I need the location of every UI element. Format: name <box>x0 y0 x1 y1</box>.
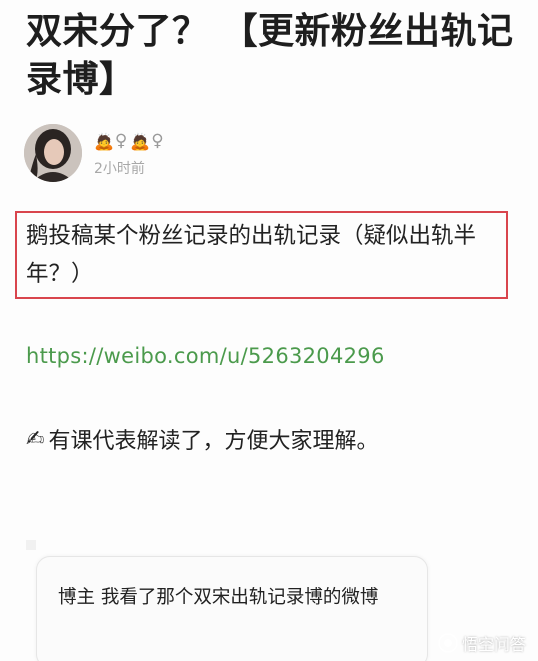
explain-line: ✍ 有课代表解读了，方便大家理解。 <box>26 423 378 455</box>
avatar[interactable] <box>24 124 82 182</box>
explain-text: 有课代表解读了，方便大家理解。 <box>48 429 379 454</box>
divider-mark <box>26 540 36 550</box>
female-sign-icon: ♀ <box>114 131 128 151</box>
watermark-text: 悟空问答 <box>461 635 526 654</box>
post-page: 双宋分了？ 【更新粉丝出轨记录博】 🙇 ♀ 🙇 ♀ 2小时前 鹅投稿某个粉丝记录… <box>0 0 538 661</box>
wukong-logo-icon <box>438 633 458 653</box>
bowing-person-icon: 🙇 <box>94 131 114 151</box>
post-title: 双宋分了？ 【更新粉丝出轨记录博】 <box>26 11 514 100</box>
watermark: 悟空问答 <box>438 631 526 655</box>
author-name[interactable]: 🙇 ♀ 🙇 ♀ <box>94 130 167 152</box>
avatar-image <box>24 124 82 182</box>
post-timestamp: 2小时前 <box>94 161 145 177</box>
quote-text: 博主 我看了那个双宋出轨记录博的微博 <box>58 587 379 608</box>
author-header: 🙇 ♀ 🙇 ♀ 2小时前 <box>24 124 167 182</box>
weibo-link[interactable]: https://weibo.com/u/5263204296 <box>26 344 385 368</box>
bowing-person-icon: 🙇 <box>130 131 151 151</box>
author-meta: 🙇 ♀ 🙇 ♀ 2小时前 <box>94 130 167 178</box>
writing-hand-icon: ✍ <box>26 426 45 452</box>
female-sign-icon: ♀ <box>151 131 164 151</box>
highlighted-text: 鹅投稿某个粉丝记录的出轨记录（疑似出轨半年？） <box>26 223 477 287</box>
